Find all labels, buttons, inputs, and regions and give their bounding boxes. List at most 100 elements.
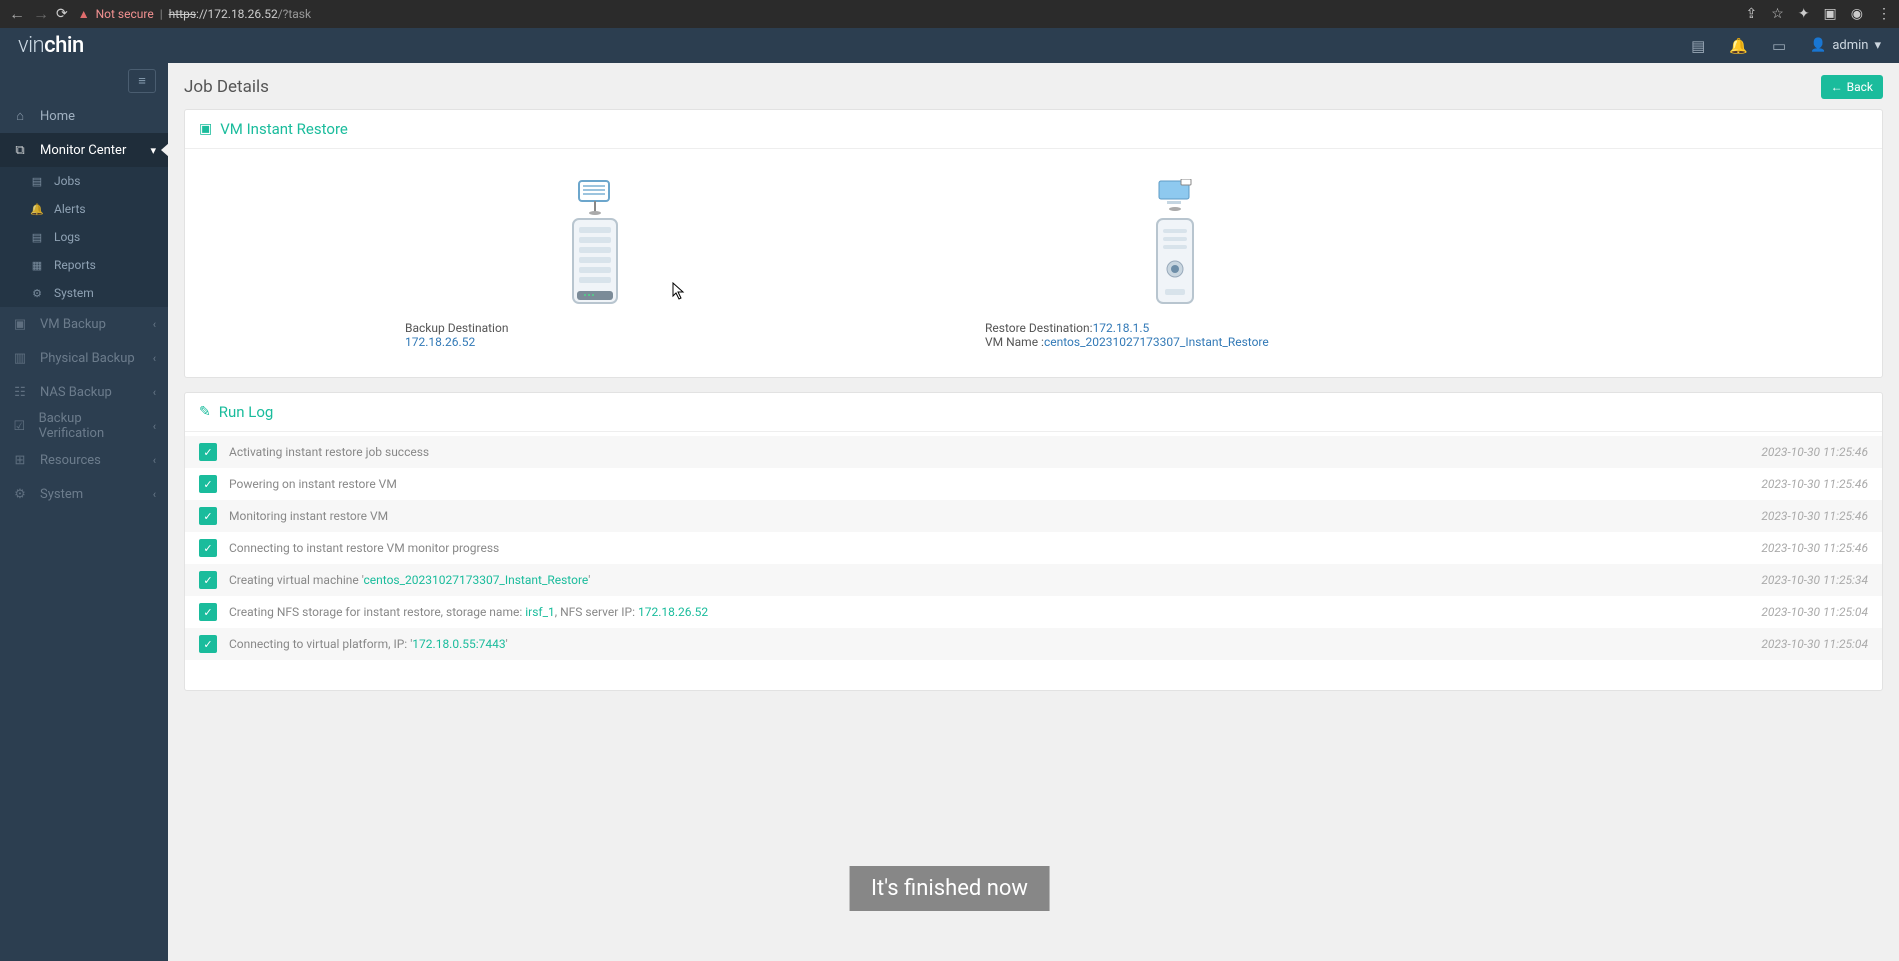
gear-icon: ⚙ [30,287,44,300]
screen-icon[interactable]: ▭ [1772,37,1786,55]
report-icon: ▦ [30,259,44,272]
log-message: Connecting to virtual platform, IP: '172… [229,637,1761,651]
log-message: Activating instant restore job success [229,445,1761,459]
bookmark-icon[interactable]: ☆ [1771,6,1784,22]
forward-arrow-icon[interactable]: → [32,5,50,23]
sidebar-item-label: Resources [40,453,101,468]
sidebar-sub-alerts[interactable]: 🔔 Alerts [0,195,168,223]
chevron-left-icon: ‹ [153,318,156,331]
sidebar-item-label: Backup Verification [39,411,141,441]
vm-name-value[interactable]: centos_20231027173307_Instant_Restore [1044,335,1269,349]
list-icon: ▤ [30,175,44,188]
notes-icon[interactable]: ▤ [1691,37,1705,55]
back-arrow-icon[interactable]: ← [8,5,26,23]
sidebar-sub-label: System [54,286,94,300]
url-host: ://172.18.26.52 [196,7,278,21]
screen-icon: ▣ [199,121,212,137]
not-secure-label: Not secure [96,7,154,21]
sidebar-item-physicalbackup[interactable]: ▥ Physical Backup ‹ [0,341,168,375]
log-row: ✓Monitoring instant restore VM2023-10-30… [185,500,1882,532]
resources-icon: ⊞ [12,453,28,468]
user-menu[interactable]: 👤 admin ▾ [1810,38,1881,53]
sidebar-item-label: Physical Backup [40,351,135,366]
sidebar-item-monitor[interactable]: ⧉ Monitor Center ▾ [0,133,168,167]
reload-icon[interactable]: ⟳ [56,6,68,22]
home-icon: ⌂ [12,108,28,124]
sidebar-sub-jobs[interactable]: ▤ Jobs [0,167,168,195]
chevron-left-icon: ‹ [153,352,156,365]
check-icon: ✓ [199,443,217,461]
storage-server-icon [565,179,625,309]
sidebar-item-nasbackup[interactable]: ☷ NAS Backup ‹ [0,375,168,409]
pencil-icon: ✎ [199,404,211,420]
sidebar-item-label: NAS Backup [40,385,112,400]
monitor-icon: ⧉ [12,143,28,158]
sidebar-sub-label: Logs [54,230,80,244]
restore-destination-label: Restore Destination: [985,321,1093,335]
menu-icon[interactable]: ⋮ [1877,6,1891,22]
check-icon: ✓ [199,539,217,557]
sidebar-sub-system[interactable]: ⚙ System [0,279,168,307]
log-row: ✓Creating virtual machine 'centos_202310… [185,564,1882,596]
panel-title: Run Log [219,403,274,421]
nas-icon: ☷ [12,385,28,400]
chevron-left-icon: ‹ [153,420,156,433]
back-button[interactable]: ← Back [1821,75,1883,99]
vm-icon: ▣ [12,317,28,332]
sidebar-item-home[interactable]: ⌂ Home [0,99,168,133]
collapse-button[interactable]: ≡ [128,69,156,93]
toast: It's finished now [849,866,1050,911]
sidebar-sub-logs[interactable]: ▤ Logs [0,223,168,251]
sidebar-item-resources[interactable]: ⊞ Resources ‹ [0,443,168,477]
backup-destination-ip[interactable]: 172.18.26.52 [405,335,508,349]
log-message: Creating virtual machine 'centos_2023102… [229,573,1761,587]
restore-destination-ip[interactable]: 172.18.1.5 [1093,321,1150,335]
extensions-icon[interactable]: ✦ [1798,6,1810,22]
sidebar-item-label: Monitor Center [40,143,126,158]
browser-bar: ← → ⟳ ▲ Not secure | https://172.18.26.5… [0,0,1899,28]
log-timestamp: 2023-10-30 11:25:46 [1761,541,1868,555]
log-timestamp: 2023-10-30 11:25:34 [1761,573,1868,587]
share-icon[interactable]: ⇪ [1746,6,1758,22]
logo[interactable]: vinchin [18,33,84,58]
restore-server-icon [1145,179,1205,309]
physical-icon: ▥ [12,351,28,366]
log-row: ✓Connecting to virtual platform, IP: '17… [185,628,1882,660]
log-message: Creating NFS storage for instant restore… [229,605,1761,619]
log-timestamp: 2023-10-30 11:25:04 [1761,637,1868,651]
url-bar[interactable]: ▲ Not secure | https://172.18.26.52/?tas… [78,7,1746,21]
sidebar-item-label: System [40,487,83,502]
vm-name-label: VM Name : [985,335,1044,349]
sidebar-item-verification[interactable]: ☑ Backup Verification ‹ [0,409,168,443]
check-icon: ✓ [199,475,217,493]
log-message: Monitoring instant restore VM [229,509,1761,523]
profile-icon[interactable]: ◉ [1851,6,1863,22]
username: admin [1832,38,1868,53]
log-message: Powering on instant restore VM [229,477,1761,491]
chevron-down-icon: ▾ [1874,38,1881,53]
sidebar-sub-reports[interactable]: ▦ Reports [0,251,168,279]
check-icon: ✓ [199,507,217,525]
sidebar-item-system[interactable]: ⚙ System ‹ [0,477,168,511]
panel-icon[interactable]: ▣ [1824,6,1837,22]
toast-text: It's finished now [871,876,1028,901]
panel-run-log: ✎ Run Log ✓ Activating instant restore jo… [184,392,1883,691]
bell-icon[interactable]: 🔔 [1729,37,1748,55]
check-icon: ✓ [199,603,217,621]
user-icon: 👤 [1810,38,1826,53]
chevron-left-icon: ‹ [153,386,156,399]
page-title: Job Details [184,77,269,97]
sidebar-item-vmbackup[interactable]: ▣ VM Backup ‹ [0,307,168,341]
main-content: Job Details ← Back ▣ VM Instant Restore [168,63,1899,961]
bell-icon: 🔔 [30,203,44,216]
gear-icon: ⚙ [12,487,28,502]
log-row: ✓ Creating NFS storage for instant restor… [185,596,1882,628]
chevron-left-icon: ‹ [153,454,156,467]
log-timestamp: 2023-10-30 11:25:46 [1761,477,1868,491]
sidebar-item-label: VM Backup [40,317,106,332]
verify-icon: ☑ [12,419,27,434]
panel-title: VM Instant Restore [220,120,348,138]
warning-icon: ▲ [78,7,90,21]
sidebar-sub-label: Alerts [54,202,86,216]
log-timestamp: 2023-10-30 11:25:46 [1761,445,1868,459]
